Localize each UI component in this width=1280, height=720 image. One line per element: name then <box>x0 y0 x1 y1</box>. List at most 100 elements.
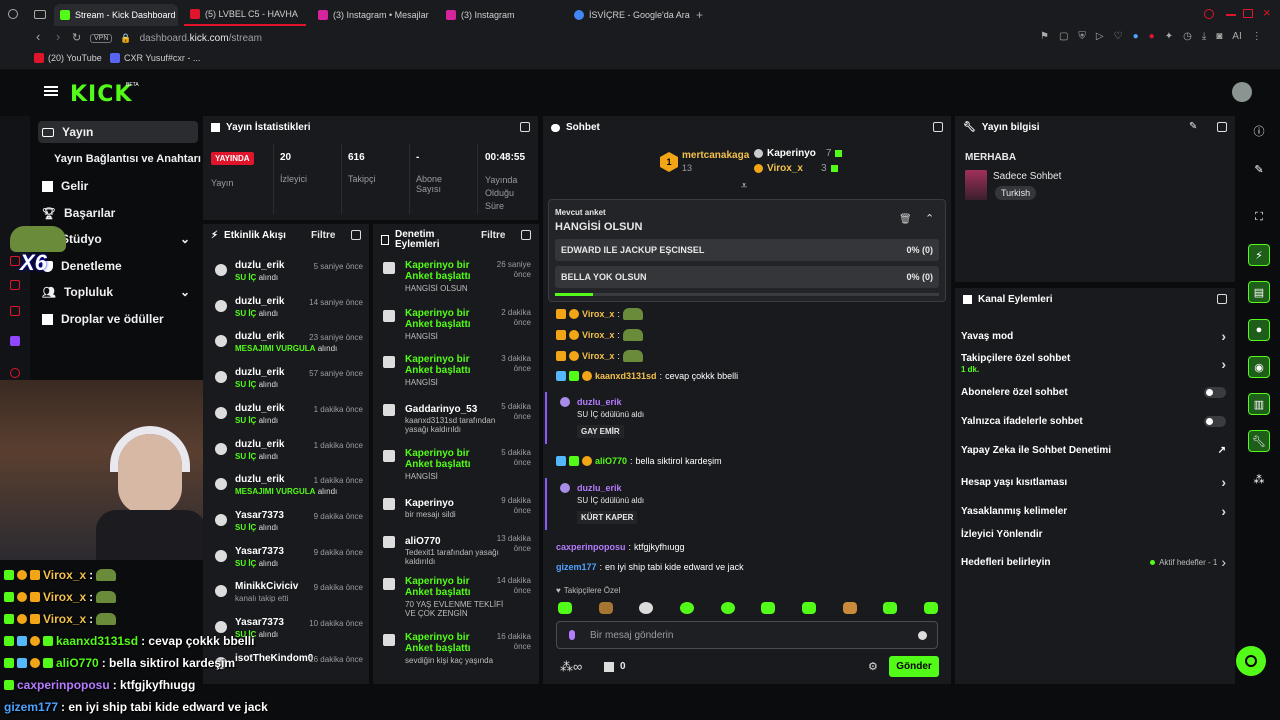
ai-extension[interactable]: AI <box>1232 31 1241 42</box>
bookmark-icon[interactable]: ⚑ <box>1040 31 1049 42</box>
emote-icon[interactable] <box>923 602 938 614</box>
tab-instagram-messages[interactable]: (3) Instagram • Mesajlar <box>312 4 438 26</box>
points-counter[interactable]: 0 <box>604 661 626 672</box>
activity-row[interactable]: duzlu_erik MESAJIMI VURGULA alındı 1 dak… <box>213 474 363 506</box>
info-icon[interactable]: ⓘ <box>1248 120 1270 142</box>
activity-row[interactable]: duzlu_erik SU İÇ alındı 5 saniye önce <box>213 260 363 292</box>
twitch-icon[interactable] <box>10 336 20 346</box>
poll-option[interactable]: BELLA YOK OLSUN 0% (0) <box>555 266 939 288</box>
extension-red-icon[interactable]: ● <box>1149 31 1155 42</box>
activity-row[interactable]: duzlu_erik SU İÇ alındı 14 saniye önce <box>213 296 363 328</box>
emoji-icon[interactable] <box>918 631 927 640</box>
popout-icon[interactable] <box>1217 294 1227 304</box>
chat-settings-icon[interactable]: ⚙ <box>868 660 878 673</box>
reward-user[interactable]: duzlu_erik <box>577 397 940 407</box>
bookmark-youtube[interactable]: (20) YouTube <box>34 53 102 63</box>
pencil-icon[interactable]: ✎ <box>1248 158 1270 180</box>
activity-row[interactable]: duzlu_erik MESAJIMI VURGULA alındı 23 sa… <box>213 331 363 363</box>
emote-icon[interactable] <box>842 602 857 614</box>
forward-icon[interactable]: › <box>56 29 60 44</box>
minimize-button[interactable] <box>1226 14 1236 16</box>
bookmark-cxr[interactable]: CXR Yusuf#cxr - ... <box>110 53 200 63</box>
action-slow-mode[interactable]: Yavaş mod › <box>961 328 1226 344</box>
sidebar-item-yayin[interactable]: Yayın <box>38 121 198 143</box>
action-raid[interactable]: İzleyici Yönlendir <box>961 529 1226 540</box>
tab-youtube[interactable]: (5) LVBEL C5 - HAVHA <box>184 4 306 26</box>
chat-username[interactable]: Virox_x <box>582 330 614 340</box>
side-app-icon[interactable] <box>10 280 20 290</box>
edit-icon[interactable]: ✎ <box>1189 121 1197 132</box>
emote-icon[interactable] <box>639 602 654 614</box>
activity-row[interactable]: MinikkCiviciv kanalı takip etti 9 dakika… <box>213 581 363 613</box>
filter-button[interactable]: Filtre <box>481 230 505 241</box>
moderation-row[interactable]: aliO770 Tedexit1 tarafından yasağı kaldı… <box>381 534 531 578</box>
moderation-icon[interactable]: ▥ <box>1248 393 1270 415</box>
popout-icon[interactable] <box>351 230 361 240</box>
side-app-icon[interactable] <box>10 306 20 316</box>
subs-chat-toggle[interactable] <box>1204 387 1226 398</box>
user-avatar[interactable] <box>1232 82 1252 102</box>
chat-icon[interactable]: ● <box>1248 319 1270 341</box>
fullscreen-icon[interactable]: ⛶ <box>1248 206 1270 228</box>
puzzle-icon[interactable]: ✦ <box>1165 31 1173 42</box>
infinity-icon[interactable]: ⁂∞ <box>560 659 582 675</box>
popout-icon[interactable] <box>520 122 530 132</box>
action-emote-chat[interactable]: Yalnızca ifadelerle sohbet <box>961 416 1226 427</box>
hamburger-menu-icon[interactable] <box>44 86 58 96</box>
activity-row[interactable]: duzlu_erik SU İÇ alındı 1 dakika önce <box>213 403 363 435</box>
action-subs-chat[interactable]: Abonelere özel sohbet <box>961 387 1226 398</box>
window-menu-icon[interactable] <box>8 9 18 19</box>
camera-icon[interactable]: ◙ <box>1216 31 1222 42</box>
chat-username[interactable]: kaanxd3131sd <box>595 371 657 381</box>
chat-username[interactable]: gizem177 <box>556 562 597 572</box>
gifter-row[interactable]: Virox_x 3 <box>754 163 838 174</box>
tab-google[interactable]: İSVİÇRE - Google'da Ara <box>568 4 692 26</box>
chat-username[interactable]: Virox_x <box>582 351 614 361</box>
microphone-icon[interactable] <box>569 630 575 640</box>
chat-username[interactable]: caxperinpoposu <box>556 542 626 552</box>
more-icon[interactable]: ⁂ <box>1248 468 1270 490</box>
activity-row[interactable]: Yasar7373 SU İÇ alındı 9 dakika önce <box>213 546 363 578</box>
back-icon[interactable]: ‹ <box>36 29 40 44</box>
extension-blue-icon[interactable]: ● <box>1133 31 1139 42</box>
sidebar-toggle-icon[interactable] <box>34 10 46 19</box>
reward-user[interactable]: duzlu_erik <box>577 483 940 493</box>
download-icon[interactable]: ⤓ <box>1202 31 1206 42</box>
sidebar-item-droplar[interactable]: Droplar ve ödüller <box>38 308 198 330</box>
top-gifter[interactable]: 1 mertcanakaga 13 <box>660 150 754 176</box>
popout-icon[interactable] <box>933 122 943 132</box>
expand-chevron-icon[interactable]: ⩡ <box>741 180 747 193</box>
lightning-icon[interactable]: ⚡︎ <box>1248 244 1270 266</box>
url-field[interactable]: VPN 🔒 dashboard.kick.com/stream <box>90 31 890 46</box>
play-icon[interactable]: ▷ <box>1096 31 1104 42</box>
emote-icon[interactable] <box>883 602 898 614</box>
broadcast-signal-icon[interactable]: ◉ <box>1248 356 1270 378</box>
reload-icon[interactable]: ↻ <box>72 31 81 44</box>
emote-icon[interactable] <box>720 602 735 614</box>
trash-icon[interactable]: 🗑︎ <box>899 214 912 225</box>
activity-row[interactable]: Yasar7373 SU İÇ alındı 9 dakika önce <box>213 510 363 542</box>
vpn-badge[interactable]: VPN <box>90 34 113 43</box>
moderation-row[interactable]: Kaperinyo bir Anket başlattı sevdiğin ki… <box>381 632 531 676</box>
document-icon[interactable]: ▤ <box>1248 281 1270 303</box>
action-banned-words[interactable]: Yasaklanmış kelimeler › <box>961 503 1226 519</box>
action-account-age[interactable]: Hesap yaşı kısıtlaması › <box>961 474 1226 490</box>
moderation-row[interactable]: Kaperinyo bir Anket başlattı HANGİSİ 5 d… <box>381 448 531 492</box>
activity-row[interactable]: duzlu_erik SU İÇ alındı 1 dakika önce <box>213 439 363 471</box>
search-tabs-icon[interactable] <box>1204 9 1214 19</box>
moderation-row[interactable]: Kaperinyo bir Anket başlattı 70 YAŞ EVLE… <box>381 576 531 620</box>
filter-button[interactable]: Filtre <box>311 230 335 241</box>
popout-icon[interactable] <box>521 230 531 240</box>
sidebar-item-basarilar[interactable]: 🏆︎ Başarılar <box>38 202 198 224</box>
action-goals[interactable]: Hedefleri belirleyin Aktif hedefler - 1 … <box>961 554 1226 570</box>
menu-dots-icon[interactable]: ⋮ <box>1252 31 1262 42</box>
wrench-icon[interactable]: 🔧︎ <box>1248 430 1270 452</box>
emote-icon[interactable] <box>801 602 816 614</box>
chat-username[interactable]: Virox_x <box>582 309 614 319</box>
send-button[interactable]: Gönder <box>889 656 939 677</box>
kick-logo[interactable]: KICK <box>70 82 132 107</box>
shield-icon[interactable]: ⛨ <box>1078 31 1086 42</box>
moderation-row[interactable]: Kaperinyo bir Anket başlattı HANGİSİ 3 d… <box>381 354 531 398</box>
sidebar-item-topluluk[interactable]: 👥︎ Topluluk ⌄ <box>38 281 198 303</box>
emote-icon[interactable] <box>558 602 572 614</box>
